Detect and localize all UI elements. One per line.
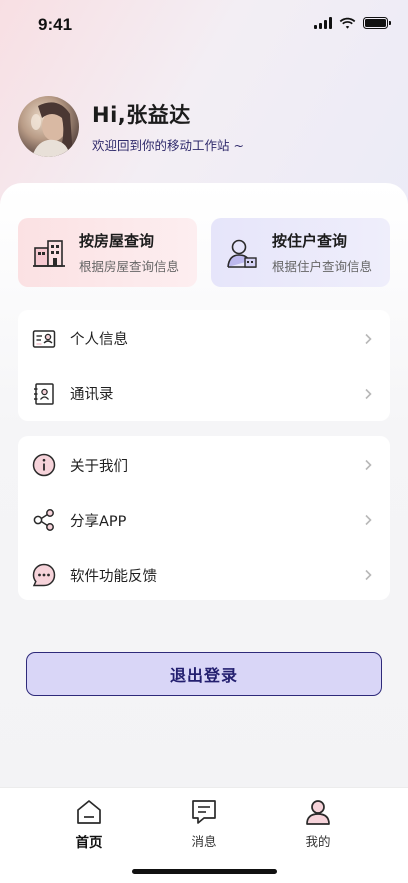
avatar[interactable] [18,96,79,157]
profile-icon [306,800,330,825]
menu-label-personal-info: 个人信息 [70,332,128,348]
home-indicator [132,869,277,874]
menu-label-feedback: 软件功能反馈 [70,568,157,585]
tab-home-label: 首页 [75,835,103,851]
building-icon [33,239,65,267]
chevron-right-icon [365,333,372,344]
menu-item-share-app[interactable]: 分享APP [18,494,390,546]
menu-label-share-app: 分享APP [70,513,127,530]
feedback-icon [32,563,56,587]
query-by-resident-card[interactable]: 按住户查询 根据住户查询信息 [211,218,390,287]
home-icon [77,800,101,824]
chevron-right-icon [365,459,372,471]
tab-messages[interactable]: 消息 [174,798,234,850]
status-bar: 9:41 [0,0,408,50]
query-by-house-card[interactable]: 按房屋查询 根据房屋查询信息 [18,218,197,287]
query-by-resident-subtitle: 根据住户查询信息 [272,259,373,274]
menu-group-app: 关于我们 分享APP 软件功能反馈 [18,436,390,600]
tab-profile-label: 我的 [305,834,331,849]
contacts-icon [34,382,54,405]
message-icon [192,800,216,824]
status-icons [314,17,391,29]
menu-item-contacts[interactable]: 通讯录 [18,367,390,420]
tab-messages-label: 消息 [191,834,217,849]
query-by-house-title: 按房屋查询 [79,232,155,250]
info-icon [32,453,56,477]
tab-home[interactable]: 首页 [59,798,119,851]
id-card-icon [32,329,56,348]
chevron-right-icon [365,388,372,399]
menu-label-contacts: 通讯录 [70,387,114,403]
menu-item-about-us[interactable]: 关于我们 [18,439,390,491]
resident-icon [227,239,257,268]
status-time: 9:41 [38,15,73,34]
logout-button[interactable]: 退出登录 [26,652,382,696]
wifi-icon [339,17,356,29]
menu-item-personal-info[interactable]: 个人信息 [18,312,390,365]
chevron-right-icon [365,569,372,581]
greeting-title: Hi,张益达 [92,103,191,127]
query-by-resident-title: 按住户查询 [272,232,348,250]
battery-icon [363,17,391,29]
profile-header: Hi,张益达 欢迎回到你的移动工作站 ~ [18,96,244,157]
user-photo-icon [31,102,73,157]
cellular-signal-icon [314,17,332,29]
tab-profile[interactable]: 我的 [288,798,348,850]
chevron-right-icon [365,514,372,526]
menu-label-about-us: 关于我们 [70,458,128,475]
menu-item-feedback[interactable]: 软件功能反馈 [18,549,390,601]
greeting-subtitle: 欢迎回到你的移动工作站 ~ [92,138,244,153]
share-icon [33,509,54,531]
menu-group-account: 个人信息 通讯录 [18,310,390,421]
query-by-house-subtitle: 根据房屋查询信息 [79,259,180,274]
